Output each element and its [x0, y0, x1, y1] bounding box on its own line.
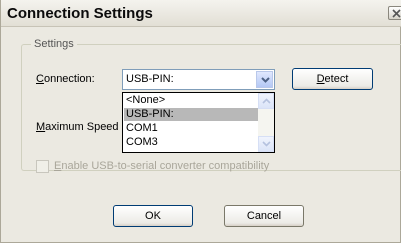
maximum-speed-label: Maximum Speed: [36, 121, 119, 133]
dropdown-option-com1[interactable]: COM1: [124, 122, 258, 135]
connection-combobox-value: USB-PIN:: [126, 73, 174, 85]
connection-label-rest: onnection:: [43, 73, 95, 85]
connection-dropdown-list: <None> USB-PIN: COM1 COM3: [122, 92, 275, 153]
scroll-up-button[interactable]: [258, 93, 274, 109]
ok-button[interactable]: OK: [113, 205, 193, 227]
connection-combobox[interactable]: USB-PIN:: [122, 69, 275, 90]
detect-button[interactable]: Detect: [292, 68, 373, 90]
maximum-speed-label-rest: aximum Speed: [45, 121, 119, 133]
close-button[interactable]: [388, 6, 401, 20]
close-icon: [392, 9, 401, 18]
usb-serial-checkbox-label: Enable USB-to-serial converter compatibi…: [54, 160, 269, 172]
dropdown-scrollbar[interactable]: [258, 93, 274, 152]
detect-button-hotkey: D: [316, 73, 325, 85]
usb-serial-checkbox[interactable]: [36, 160, 49, 173]
settings-legend: Settings: [31, 38, 77, 50]
dropdown-option-com3[interactable]: COM3: [124, 136, 258, 149]
chevron-down-icon: [261, 77, 270, 83]
chevron-down-icon: [262, 141, 271, 147]
window-title: Connection Settings: [7, 5, 153, 22]
connection-label-hotkey: C: [36, 73, 44, 85]
connection-dropdown-button[interactable]: [256, 71, 273, 88]
maximum-speed-label-hotkey: M: [36, 121, 46, 133]
dropdown-option-none[interactable]: <None>: [124, 94, 258, 107]
chevron-up-icon: [262, 98, 271, 104]
title-bar: Connection Settings: [1, 0, 401, 27]
scroll-down-button[interactable]: [258, 136, 274, 152]
cancel-button[interactable]: Cancel: [224, 205, 304, 227]
dropdown-option-usb-pin[interactable]: USB-PIN:: [124, 108, 258, 121]
connection-settings-dialog: Connection Settings Settings Connection:…: [0, 0, 401, 243]
connection-label: Connection:: [36, 73, 95, 85]
usb-serial-label-rest: nable USB-to-serial converter compatibil…: [61, 160, 270, 172]
detect-button-rest: etect: [324, 73, 349, 85]
